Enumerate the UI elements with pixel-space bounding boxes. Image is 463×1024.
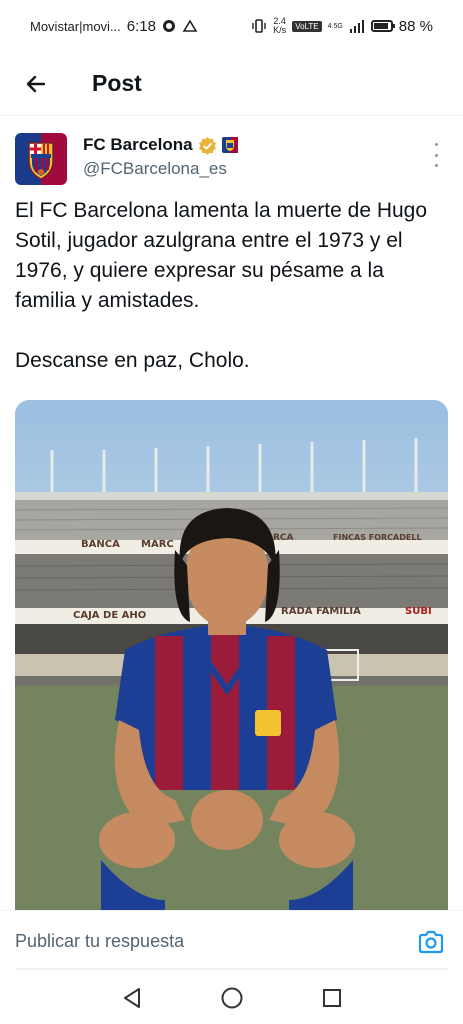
volte-badge: VoLTE <box>292 20 322 32</box>
triangle-back-icon <box>123 988 140 1008</box>
camera-icon <box>418 930 444 953</box>
add-photo-button[interactable] <box>416 927 446 957</box>
clock: 6:18 <box>126 17 156 35</box>
post-text: El FC Barcelona lamenta la muerte de Hug… <box>15 199 428 372</box>
carrier-label: Movistar|movi... <box>30 18 121 34</box>
nav-home-button[interactable] <box>218 984 246 1012</box>
back-button[interactable] <box>16 64 56 104</box>
whatsapp-notification-icon <box>162 20 175 32</box>
system-nav-bar <box>0 972 463 1024</box>
affiliate-crest-icon <box>221 137 238 153</box>
reply-input[interactable]: Publicar tu respuesta <box>15 931 416 952</box>
page-title: Post <box>92 70 142 96</box>
battery-icon <box>370 20 395 32</box>
post-photo[interactable]: BANCA MARC RCA FINCAS FORCADELL CAJA DE … <box>15 400 448 910</box>
status-bar: Movistar|movi... 6:18 2.4 K/s VoLTE 4.5G … <box>0 0 463 52</box>
network-speed: 2.4 K/s <box>273 16 287 35</box>
circle-home-icon <box>221 987 242 1009</box>
vibrate-icon <box>252 19 266 33</box>
network-type: 4.5G <box>327 22 343 30</box>
avatar[interactable] <box>15 133 67 185</box>
nav-back-button[interactable] <box>118 984 146 1012</box>
app-notification-icon <box>182 19 198 32</box>
square-recents-icon <box>322 989 341 1007</box>
post-author: FC Barcelona @FCBarcelona_es <box>15 133 448 189</box>
player-photo <box>15 438 448 910</box>
battery-percent: 88 % <box>398 17 433 35</box>
more-options-button[interactable] <box>426 143 446 167</box>
reply-composer: Publicar tu respuesta <box>0 910 463 972</box>
author-name[interactable]: FC Barcelona <box>83 135 193 155</box>
arrow-left-icon <box>26 75 46 92</box>
reply-underline <box>15 968 448 970</box>
verified-badge-icon <box>198 136 216 155</box>
author-handle[interactable]: @FCBarcelona_es <box>83 159 238 179</box>
nav-recents-button[interactable] <box>318 984 346 1012</box>
top-app-bar: Post <box>0 52 463 116</box>
signal-icon <box>349 20 364 33</box>
fcb-crest-icon <box>28 142 54 180</box>
